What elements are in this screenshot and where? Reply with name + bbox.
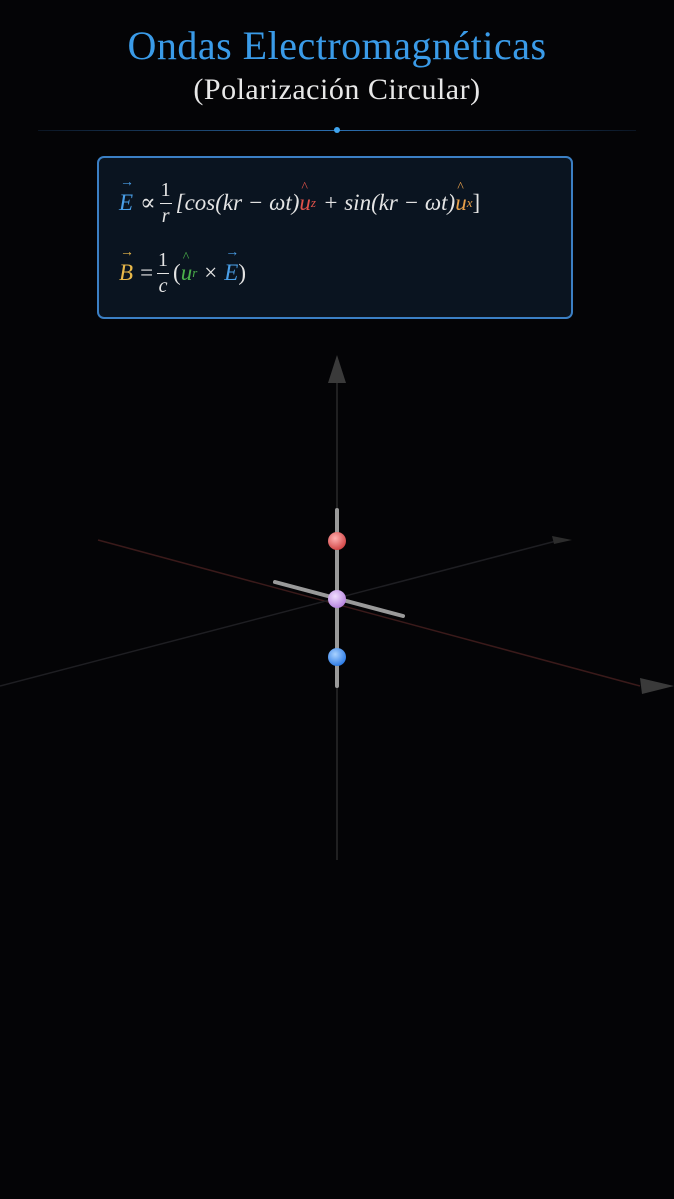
diagonal-axis-arrowhead: [640, 678, 674, 694]
center-point: [328, 590, 346, 608]
negative-charge-point: [328, 648, 346, 666]
diagonal-axis-line-red: [97, 539, 641, 687]
short-axis-arrowhead: [552, 536, 572, 544]
vertical-axis-arrowhead: [328, 355, 346, 383]
diagonal-axis-line-faint: [0, 539, 561, 687]
positive-charge-point: [328, 532, 346, 550]
3d-axes-scene: [0, 355, 674, 860]
